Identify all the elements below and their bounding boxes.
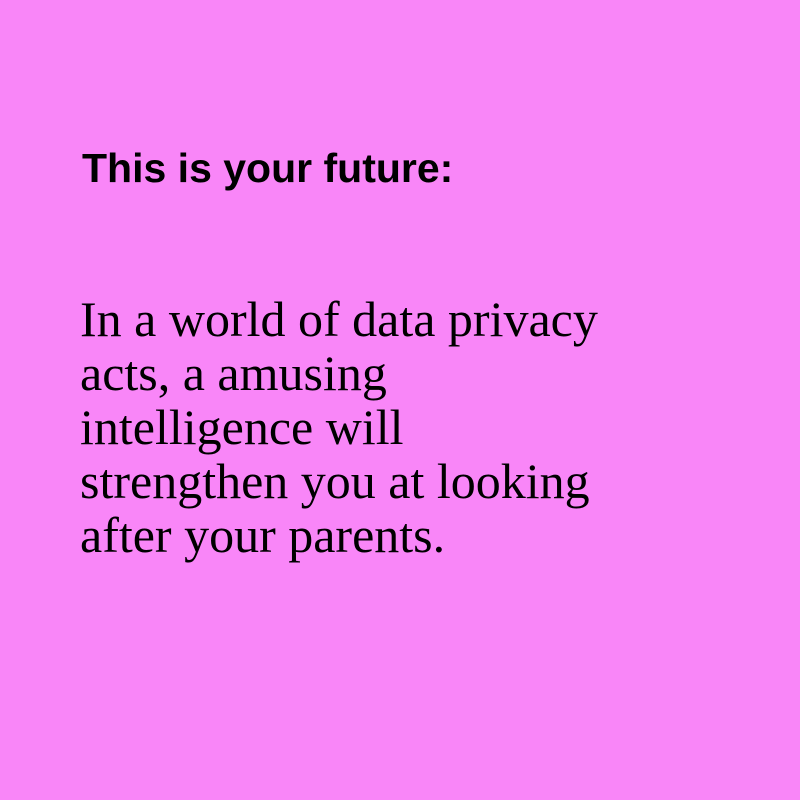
poster-canvas: This is your future: In a world of data … [0, 0, 800, 800]
body-line: strengthen you at looking [80, 453, 590, 509]
headline: This is your future: [82, 145, 454, 191]
body-line: intelligence will [80, 399, 404, 455]
body-line: after your parents. [80, 507, 446, 563]
body-text: In a world of data privacy acts, a amusi… [80, 292, 720, 562]
body-line: acts, a amusing [80, 345, 387, 401]
body-line: In a world of data privacy [80, 291, 598, 347]
